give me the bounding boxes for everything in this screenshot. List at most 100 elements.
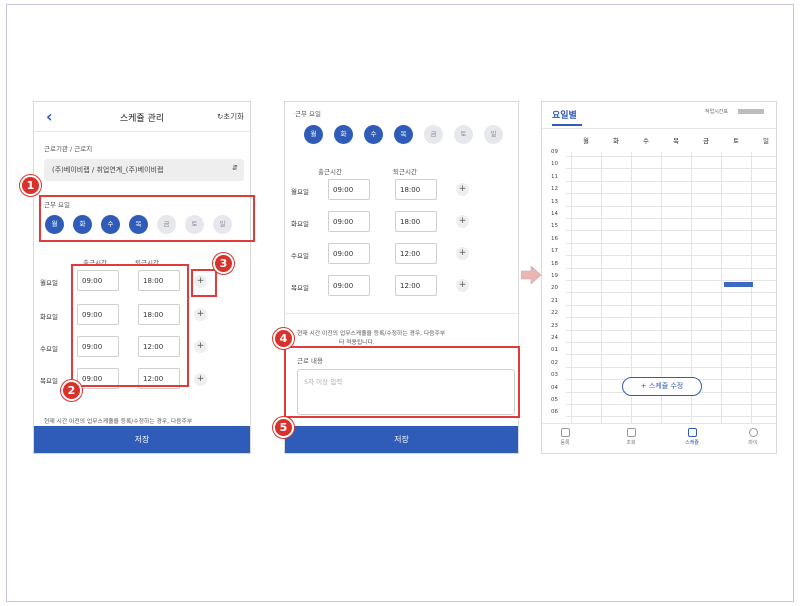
day-toggle[interactable]: 금 — [424, 125, 443, 144]
divider — [285, 313, 518, 314]
tab-label: 스케쥴 — [685, 440, 699, 446]
grid-line — [566, 304, 776, 306]
add-time-button[interactable]: + — [456, 279, 469, 292]
hour-label: 19 — [551, 273, 558, 279]
grid-line — [566, 342, 776, 343]
schedule-event[interactable] — [724, 282, 753, 287]
tab-label: 조회 — [626, 440, 636, 446]
workdays-label: 근무 요일 — [295, 110, 321, 118]
work-hours-label: 작업시간표 — [705, 109, 729, 115]
grid-line — [566, 317, 776, 319]
bottom-tab-bar: 등록 조회 스케쥴 마이 — [542, 423, 776, 453]
reset-label: 초기화 — [223, 112, 244, 121]
calendar-day-header: 목 — [673, 137, 679, 145]
day-toggle[interactable]: 토 — [454, 125, 473, 144]
grid-line — [566, 404, 776, 405]
grid-column-line — [721, 152, 722, 424]
row-day-label: 수요일 — [40, 345, 58, 353]
notice-text: 현재 시간 이전의 업무스케쥴을 등록/수정하는 경우, 다음주부 — [44, 419, 193, 425]
hour-label: 14 — [551, 211, 558, 217]
notice-text-2: 터 적용됩니다. — [339, 340, 375, 346]
add-time-button[interactable]: + — [194, 373, 207, 386]
annotation-box-add — [191, 269, 217, 297]
hour-label: 16 — [551, 235, 558, 242]
day-toggle[interactable]: 목 — [394, 125, 413, 144]
grid-line — [566, 329, 776, 331]
workplace-select[interactable]: (주)베이비랩 / 취업연계_(주)베이비랩 ⇵ — [44, 159, 244, 181]
tab-schedule[interactable]: 스케쥴 — [677, 428, 707, 446]
reset-button[interactable]: ↻초기화 — [217, 111, 244, 122]
grid-line — [566, 267, 776, 269]
annotation-badge: 1 — [20, 175, 41, 196]
hour-label: 05 — [551, 397, 558, 403]
start-time-input[interactable]: 09:00 — [328, 275, 370, 296]
calendar-day-header: 월 — [583, 137, 589, 145]
end-time-input[interactable]: 18:00 — [395, 179, 437, 200]
day-toggle[interactable]: 화 — [334, 125, 353, 144]
hour-label: 04 — [551, 384, 558, 391]
tab-register[interactable]: 등록 — [550, 428, 580, 446]
annotation-box-workdays — [39, 195, 255, 242]
add-time-button[interactable]: + — [456, 215, 469, 228]
tab-label: 등록 — [560, 440, 570, 446]
hour-label: 22 — [551, 310, 558, 317]
calendar-title: 요일별 — [552, 111, 577, 121]
register-icon — [560, 428, 570, 437]
hour-label: 03 — [551, 372, 558, 379]
annotation-badge: 5 — [273, 417, 294, 438]
tab-lookup[interactable]: 조회 — [616, 428, 646, 446]
grid-line — [566, 242, 776, 244]
start-time-input[interactable]: 09:00 — [328, 243, 370, 264]
row-day-label: 월요일 — [291, 188, 309, 196]
calendar-day-header: 화 — [613, 137, 619, 145]
row-day-label: 목요일 — [291, 284, 309, 292]
annotation-badge: 4 — [273, 328, 294, 349]
tab-my[interactable]: 마이 — [738, 428, 768, 446]
hour-label: 20 — [551, 285, 558, 292]
grid-line — [566, 230, 776, 232]
end-time-input[interactable]: 12:00 — [395, 243, 437, 264]
grid-line — [566, 205, 776, 207]
flow-arrow-icon — [521, 266, 541, 284]
document-icon — [626, 428, 636, 437]
grid-line — [566, 280, 776, 281]
end-time-input[interactable]: 18:00 — [395, 211, 437, 232]
end-time-input[interactable]: 12:00 — [395, 275, 437, 296]
add-time-button[interactable]: + — [456, 183, 469, 196]
edit-schedule-button[interactable]: + 스케쥴 수정 — [622, 377, 702, 396]
hour-label: 02 — [551, 359, 558, 366]
annotation-box-memo — [284, 346, 520, 418]
hour-label: 10 — [551, 161, 558, 168]
hour-label: 13 — [551, 198, 558, 205]
add-time-button[interactable]: + — [456, 247, 469, 260]
tab-label: 마이 — [748, 440, 758, 446]
hour-label: 12 — [551, 186, 558, 193]
annotation-badge: 3 — [213, 253, 234, 274]
start-time-input[interactable]: 09:00 — [328, 179, 370, 200]
save-button[interactable]: 저장 — [285, 426, 518, 453]
hour-label: 01 — [551, 347, 558, 354]
person-icon — [748, 428, 758, 437]
grid-line — [566, 218, 776, 219]
add-time-button[interactable]: + — [194, 340, 207, 353]
title-underline — [552, 124, 582, 126]
calendar-day-header: 수 — [643, 137, 649, 145]
row-day-label: 월요일 — [40, 279, 58, 287]
divider — [542, 128, 776, 129]
row-day-label: 화요일 — [40, 313, 58, 321]
hour-label: 24 — [551, 335, 558, 341]
workplace-value: (주)베이비랩 / 취업연계_(주)베이비랩 — [52, 166, 164, 174]
add-time-button[interactable]: + — [194, 308, 207, 321]
day-toggle[interactable]: 월 — [304, 125, 323, 144]
grid-column-line — [751, 152, 752, 424]
day-toggle[interactable]: 일 — [484, 125, 503, 144]
grid-line — [566, 416, 776, 418]
work-hours-bar — [738, 109, 764, 114]
hour-label: 11 — [551, 173, 558, 180]
day-toggle[interactable]: 수 — [364, 125, 383, 144]
start-time-input[interactable]: 09:00 — [328, 211, 370, 232]
save-button[interactable]: 저장 — [34, 426, 250, 453]
row-day-label: 화요일 — [291, 220, 309, 228]
calendar-icon — [687, 428, 697, 437]
hour-label: 23 — [551, 322, 558, 329]
